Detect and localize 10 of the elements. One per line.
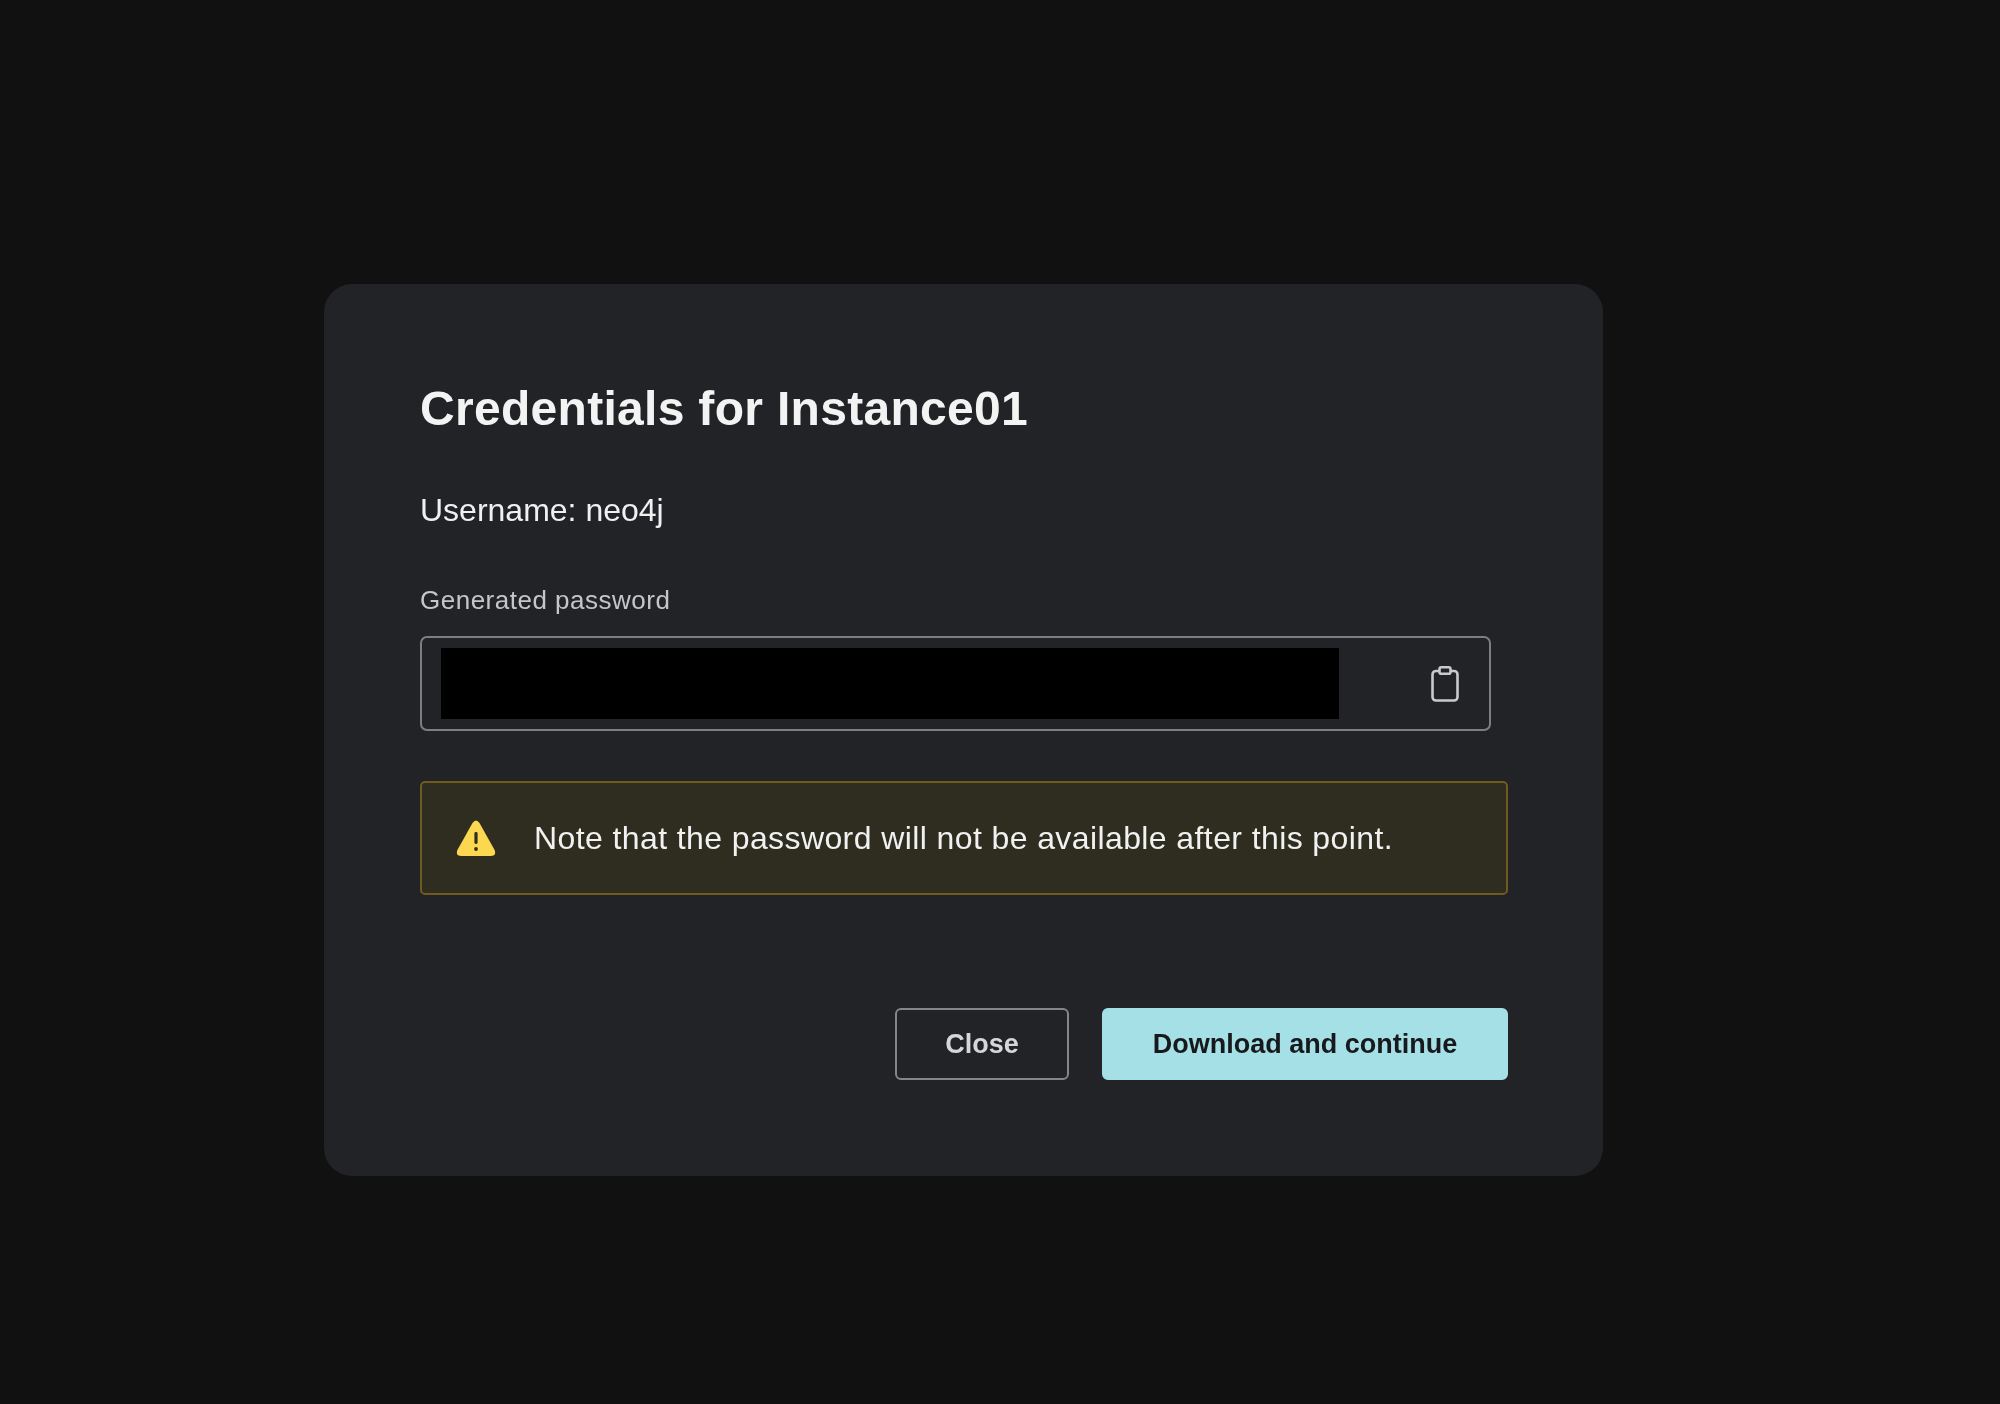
warning-text: Note that the password will not be available after this point. bbox=[534, 819, 1394, 858]
username-text: Username: neo4j bbox=[420, 491, 665, 530]
clipboard-icon bbox=[1431, 665, 1459, 702]
download-button[interactable]: Download and continue bbox=[1102, 1008, 1508, 1080]
dialog-title: Credentials for Instance01 bbox=[420, 381, 1029, 437]
password-field[interactable] bbox=[420, 636, 1491, 731]
close-button[interactable]: Close bbox=[895, 1008, 1069, 1080]
copy-button[interactable] bbox=[1431, 665, 1459, 702]
warning-icon bbox=[456, 819, 496, 857]
password-label: Generated password bbox=[420, 584, 672, 617]
